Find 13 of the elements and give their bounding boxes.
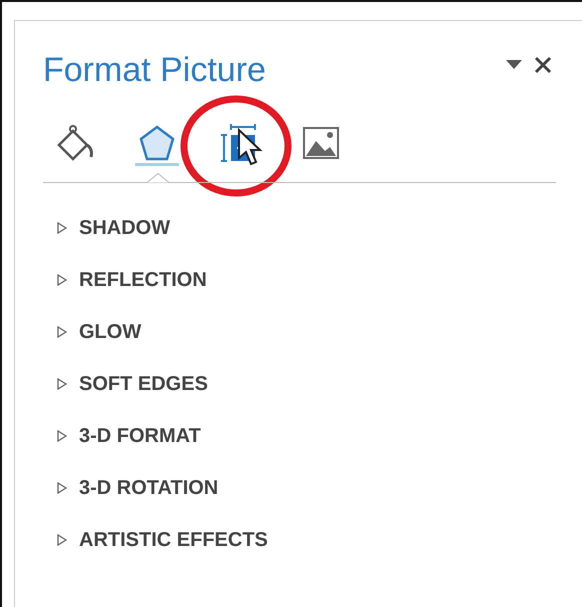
section-header[interactable]: 3-D FORMAT <box>57 421 556 451</box>
section-header[interactable]: GLOW <box>57 317 556 347</box>
section-header[interactable]: REFLECTION <box>57 265 556 295</box>
pentagon-icon <box>137 122 177 162</box>
section-header[interactable]: 3-D ROTATION <box>57 473 556 503</box>
pane-title: Format Picture <box>43 51 266 90</box>
section-header[interactable]: ARTISTIC EFFECTS <box>57 525 556 555</box>
close-icon[interactable] <box>534 56 552 74</box>
section-header[interactable]: SHADOW <box>57 213 556 243</box>
paint-bucket-icon <box>55 122 95 162</box>
dropdown-caret-icon[interactable] <box>506 60 522 70</box>
section-header[interactable]: SOFT EDGES <box>57 369 556 399</box>
cursor-icon <box>237 128 263 166</box>
